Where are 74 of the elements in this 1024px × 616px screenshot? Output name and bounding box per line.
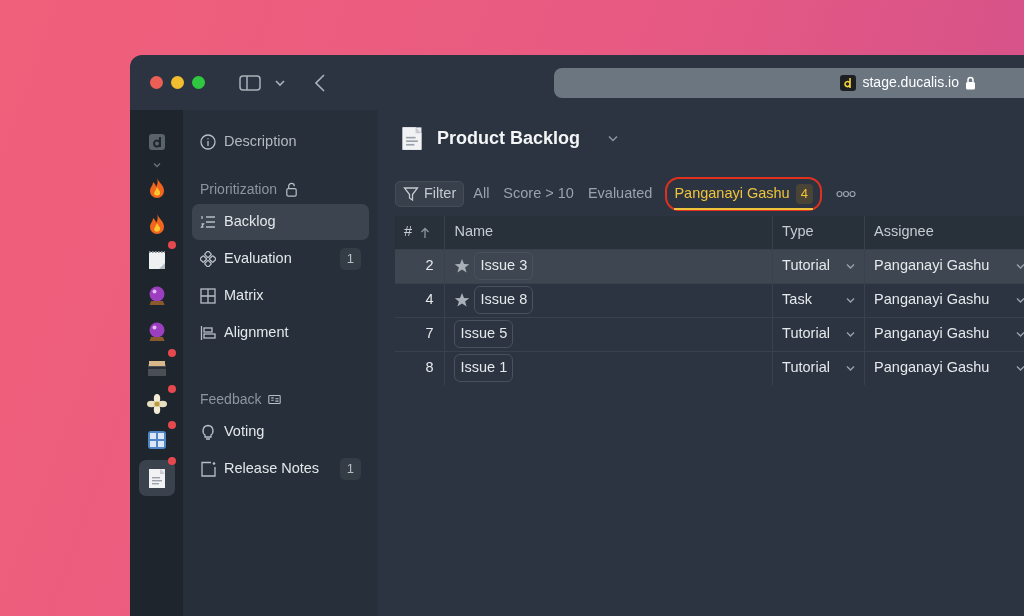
note-icon	[200, 461, 216, 477]
sidebar-item[interactable]: Release Notes 1	[192, 451, 369, 487]
diamond-nodes-icon	[200, 251, 216, 267]
sidebar-item[interactable]: Backlog	[192, 204, 369, 240]
chevron-down-icon	[1016, 364, 1024, 372]
number-keys-icon	[145, 429, 168, 451]
app-button[interactable]	[138, 460, 175, 496]
address-bar[interactable]: stage.ducalis.io	[554, 67, 1024, 98]
filter-tab[interactable]: Panganayi Gashu 4	[669, 181, 818, 207]
info-icon	[200, 134, 216, 150]
count-badge: 1	[339, 248, 361, 270]
issue-name[interactable]: Issue 3	[474, 252, 534, 280]
issue-name[interactable]: Issue 1	[454, 354, 514, 383]
url-text: stage.ducalis.io	[862, 73, 959, 92]
sidebar-item[interactable]: Alignment	[192, 315, 369, 351]
chevron-down-icon[interactable]	[152, 162, 161, 168]
row-number: 4	[395, 283, 445, 317]
type-dropdown[interactable]: Tutorial	[782, 323, 856, 345]
chevron-down-icon	[1016, 262, 1024, 270]
count-badge: 4	[795, 184, 813, 204]
zoom-window-button[interactable]	[192, 76, 205, 89]
chevron-down-icon	[846, 364, 856, 372]
description-link[interactable]: Description	[192, 124, 369, 160]
filter-tab[interactable]: Evaluated	[582, 181, 658, 207]
chevron-down-icon[interactable]	[275, 78, 285, 87]
chevron-down-icon[interactable]	[608, 134, 619, 142]
issue-name[interactable]: Issue 8	[474, 286, 534, 314]
grid-icon	[200, 288, 216, 304]
filter-button[interactable]: Filter	[395, 181, 465, 207]
type-dropdown[interactable]: Tutorial	[782, 357, 856, 380]
minimize-window-button[interactable]	[171, 76, 184, 89]
site-logo-icon	[844, 77, 853, 88]
filter-tab[interactable]: Score > 10	[498, 181, 579, 207]
lightbulb-icon	[200, 424, 216, 440]
unlocked-padlock-icon	[284, 181, 300, 197]
type-dropdown[interactable]: Task	[782, 289, 856, 311]
assignee-dropdown[interactable]: Panganayi Gashu	[874, 357, 1024, 380]
count-badge: 1	[339, 458, 361, 480]
chevron-down-icon	[846, 330, 856, 338]
column-header[interactable]: Name	[444, 216, 773, 249]
page-title: Product Backlog	[437, 126, 581, 150]
column-header[interactable]: Assignee	[864, 216, 1024, 249]
more-icon[interactable]	[835, 190, 856, 198]
back-icon[interactable]	[315, 73, 325, 92]
id-card-icon	[268, 392, 282, 406]
section-title: Prioritization	[200, 179, 278, 199]
sidebar-item[interactable]: Evaluation 1	[192, 241, 369, 277]
filter-tab[interactable]: All	[468, 181, 495, 207]
chevron-down-icon	[846, 262, 856, 270]
numbered-list-icon	[200, 214, 216, 230]
chevron-down-icon	[1016, 296, 1024, 304]
star-icon[interactable]	[454, 292, 471, 308]
column-header[interactable]: Type	[772, 216, 865, 249]
assignee-dropdown[interactable]: Panganayi Gashu	[874, 289, 1024, 311]
section-title: Feedback	[200, 389, 262, 409]
issue-name[interactable]: Issue 5	[454, 320, 514, 348]
row-number: 7	[395, 317, 445, 351]
chevron-down-icon	[1016, 330, 1024, 338]
sidebar-item[interactable]: Matrix	[192, 278, 369, 314]
logo-icon	[146, 132, 167, 152]
sort-ascending-icon[interactable]	[420, 226, 431, 239]
sidebar-toggle-icon[interactable]	[239, 74, 261, 91]
column-header[interactable]: #	[404, 223, 413, 240]
flower-icon	[145, 393, 168, 415]
row-number: 8	[395, 351, 445, 385]
chevron-down-icon	[846, 296, 856, 304]
funnel-icon	[403, 186, 419, 202]
sidebar-item[interactable]: Voting	[192, 414, 369, 450]
assignee-dropdown[interactable]: Panganayi Gashu	[874, 323, 1024, 345]
row-number: 2	[395, 249, 445, 283]
lock-icon	[965, 75, 976, 90]
star-icon[interactable]	[454, 258, 471, 274]
alignment-icon	[200, 325, 216, 341]
close-window-button[interactable]	[150, 76, 163, 89]
